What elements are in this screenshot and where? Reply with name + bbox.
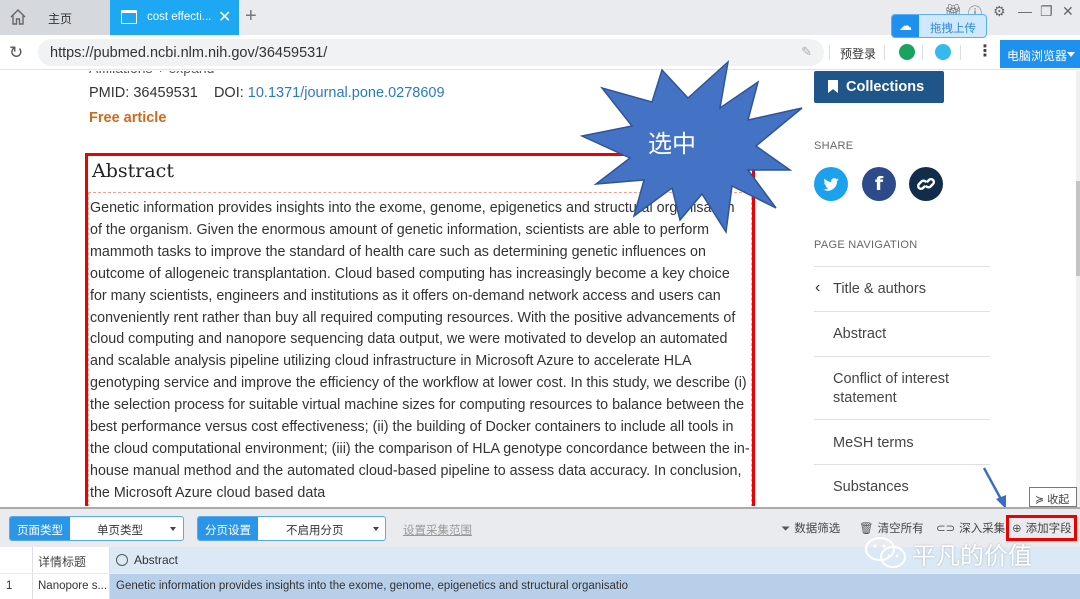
nav-item-conflict-of-interest[interactable]: Conflict of interest statement [833,370,973,408]
nav-item-substances[interactable]: Substances [833,478,909,497]
page-navigation-heading: PAGE NAVIGATION [814,239,918,251]
filter-icon: ⏷ [781,523,791,535]
doi-link[interactable]: 10.1371/journal.pone.0278609 [248,85,445,101]
table-row[interactable]: 1 Nanopore s... Genetic information prov… [0,574,1080,599]
more-menu-icon[interactable]: ⋮ [977,41,993,61]
twitter-share-button[interactable] [814,167,848,201]
nav-item-abstract[interactable]: Abstract [833,325,886,344]
column-header-title[interactable]: 详情标题 [33,547,110,573]
extension-green-icon[interactable] [899,44,915,60]
tab-active-label: cost effecti... [147,11,212,23]
cloud-icon: ☁ [892,15,919,37]
double-chevron-down-icon: ≽ [1035,494,1048,506]
identifiers: PMID: 36459531 DOI: 10.1371/journal.pone… [89,85,445,101]
upload-label: 拖拽上传 [930,23,976,35]
browser-mode-dropdown[interactable]: 电脑浏览器 [1000,40,1080,68]
row-abstract-cell[interactable]: Genetic information provides insights in… [116,580,628,592]
share-heading: SHARE [814,140,854,152]
watermark-text: 平凡的价值 [912,543,1032,570]
target-icon [116,554,128,566]
home-icon [10,9,26,25]
starburst-label: 选中 [648,131,696,158]
filter-label: 数据筛选 [794,523,841,535]
collections-label: Collections [846,79,925,95]
deep-collect-label: 深入采集 [959,523,1006,535]
deep-collect-button[interactable]: ⊂⊃ 深入采集 [936,520,1005,536]
column-header-abstract[interactable]: Abstract [116,553,178,567]
address-row: ↻ https://pubmed.ncbi.nlm.nih.gov/364595… [0,35,1080,70]
wechat-watermark: 平凡的价值 [864,536,1032,570]
page-content: Affiliations + expand PMID: 36459531 DOI… [0,71,1080,506]
row-title-cell[interactable]: Nanopore s... [33,574,110,599]
url-text: https://pubmed.ncbi.nlm.nih.gov/36459531… [50,45,328,61]
extension-key-icon[interactable] [935,44,951,60]
chevron-down-icon [170,527,176,531]
reload-icon[interactable]: ↻ [9,43,23,63]
chevron-down-icon [373,527,379,531]
nav-item-mesh-terms[interactable]: MeSH terms [833,434,914,453]
free-article-badge: Free article [89,110,167,126]
collapse-button[interactable]: ≽ 收起 [1029,487,1077,507]
link-icon: ⊂⊃ [936,523,956,535]
collapse-label: 收起 [1047,494,1070,506]
pagination-tag: 分页设置 [198,517,258,540]
set-range-link[interactable]: 设置采集范围 [403,522,472,538]
close-window-icon[interactable]: ✕ [1062,3,1074,20]
twitter-icon [823,178,839,191]
affiliations-toggle[interactable]: Affiliations + expand [89,71,214,76]
arrow-annotation [982,467,1006,509]
abstract-heading: Abstract [92,160,174,182]
tab-home-label: 主页 [48,12,73,26]
index-header [0,547,33,573]
browser-mode-label: 电脑浏览器 [1007,49,1068,63]
chevron-down-icon [1067,52,1075,57]
pagination-select[interactable]: 分页设置 不启用分页 [197,516,386,541]
column-header-abstract-label: Abstract [134,553,179,567]
page-icon [121,10,137,24]
filter-button[interactable]: ⏷ 数据筛选 [781,520,840,536]
facebook-icon: f [874,173,884,195]
link-icon [916,177,936,191]
collections-button[interactable]: Collections [814,71,944,103]
new-tab-button[interactable]: + [245,5,257,28]
settings-icon[interactable]: ⚙ [993,3,1006,20]
trash-icon: 🗑︎ [859,523,874,535]
scrollbar-track[interactable] [1076,71,1080,506]
chevron-left-icon: ‹ [815,279,821,296]
close-tab-icon[interactable]: ✕ [218,7,231,27]
drag-upload-badge[interactable]: ☁ 拖拽上传 [891,14,987,38]
bookmark-icon [828,80,838,93]
edit-icon[interactable]: ✎ [801,44,812,60]
page-type-tag: 页面类型 [10,517,70,540]
nav-item-title-authors[interactable]: Title & authors [833,280,926,299]
page-type-value: 单页类型 [97,525,143,537]
page-type-select[interactable]: 页面类型 单页类型 [9,516,184,541]
restore-icon[interactable]: ❐ [1040,3,1053,20]
prelogin-button[interactable]: 预登录 [840,45,876,62]
minimize-icon[interactable]: — [1018,3,1032,19]
tab-active[interactable]: cost effecti... ✕ [110,0,239,35]
pagination-value: 不启用分页 [286,525,344,537]
pmid-value: 36459531 [133,85,198,101]
pmid-label: PMID: [89,85,130,101]
clear-all-label: 清空所有 [877,523,924,535]
doi-label: DOI: [213,85,244,101]
clear-all-button[interactable]: 🗑︎ 清空所有 [859,520,924,536]
scrollbar-thumb[interactable] [1076,181,1080,276]
permalink-button[interactable] [909,167,943,201]
abstract-text[interactable]: Genetic information provides insights in… [90,198,750,505]
wechat-icon [865,537,906,568]
row-index: 1 [0,574,33,599]
tab-home[interactable]: 主页 [0,0,110,35]
facebook-share-button[interactable]: f [862,167,896,201]
